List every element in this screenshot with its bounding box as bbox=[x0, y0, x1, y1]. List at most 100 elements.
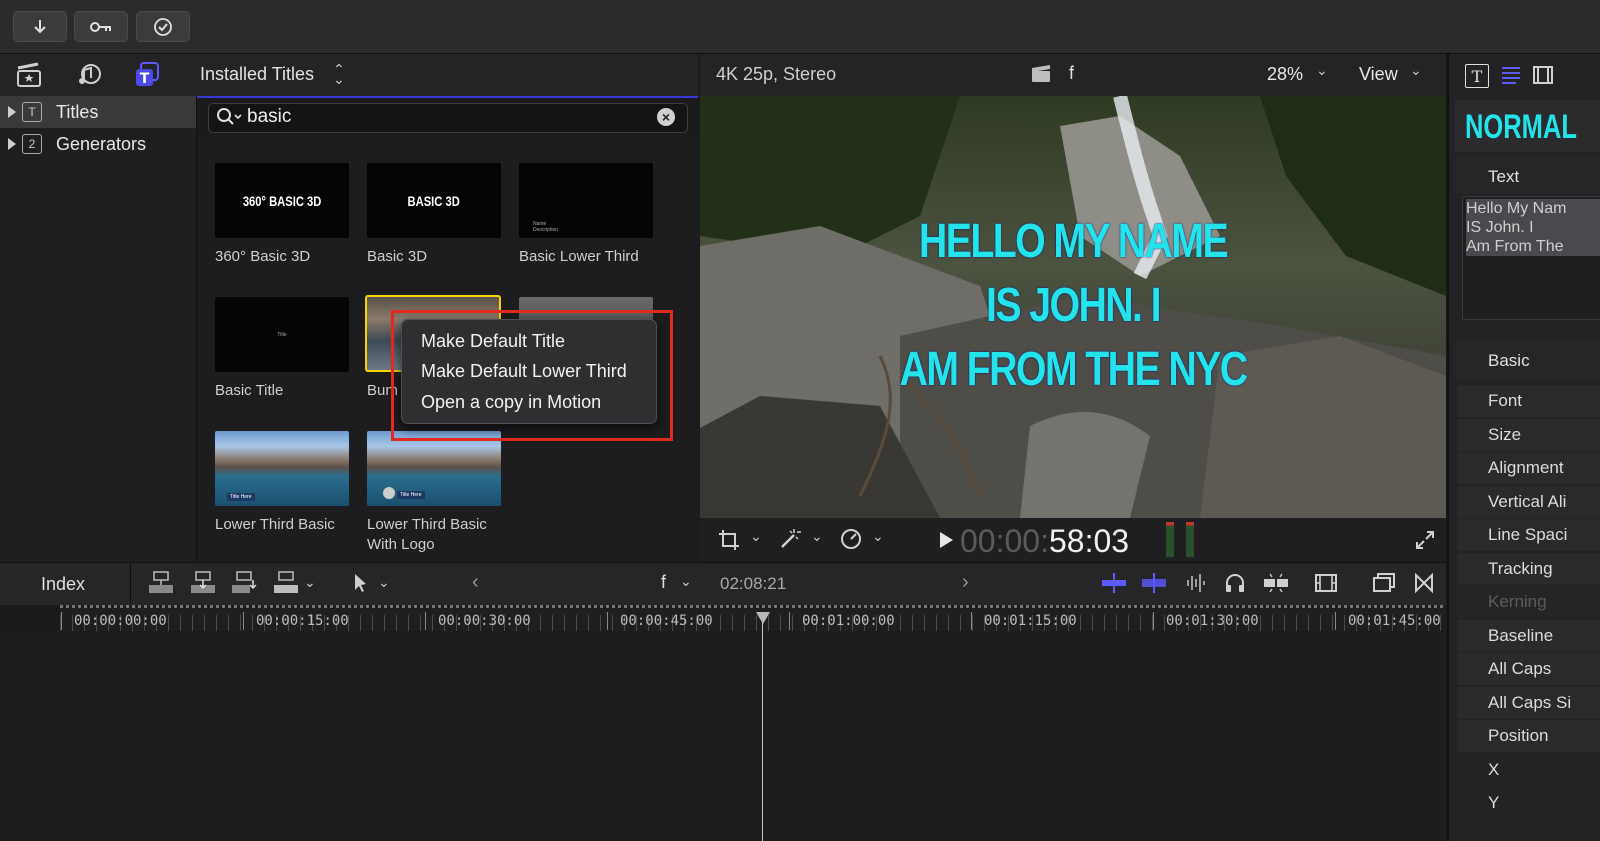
waveform-icon[interactable] bbox=[1182, 572, 1208, 599]
sidebar-item-generators[interactable]: 2 Generators bbox=[0, 128, 196, 160]
disclosure-triangle-icon[interactable] bbox=[8, 106, 16, 118]
updown-chevron-icon[interactable]: ⌃ ⌄ bbox=[333, 62, 345, 86]
headphones-icon[interactable] bbox=[1224, 572, 1246, 599]
chevron-down-icon[interactable]: ⌄ bbox=[304, 574, 316, 591]
music-camera-icon bbox=[79, 64, 101, 84]
inspector-row-label: Size bbox=[1488, 425, 1522, 444]
inspector-row-font[interactable]: Font bbox=[1457, 385, 1600, 417]
video-inspector-icon[interactable] bbox=[1532, 64, 1554, 91]
inspector-row-size[interactable]: Size bbox=[1457, 419, 1600, 451]
append-clip-icon[interactable] bbox=[231, 571, 257, 600]
title-thumbnail-lower-third-basic-logo[interactable]: Title Here bbox=[367, 431, 501, 506]
inspector-row-all-caps[interactable]: All Caps bbox=[1457, 653, 1600, 685]
title-thumbnail-basic-3d[interactable]: BASIC 3D bbox=[367, 163, 501, 238]
chevron-down-icon[interactable]: ⌄ bbox=[1316, 62, 1328, 79]
inspector-row-label: Line Spaci bbox=[1488, 525, 1568, 544]
chevron-down-icon[interactable]: ⌄ bbox=[378, 574, 390, 591]
connect-clip-icon[interactable] bbox=[148, 571, 174, 600]
title-overlay-line[interactable]: HELLO MY NAME bbox=[767, 214, 1379, 269]
basic-section-label[interactable]: Basic bbox=[1488, 351, 1530, 371]
sidebar-item-label: Generators bbox=[56, 133, 147, 154]
transitions-browser-icon[interactable] bbox=[1413, 572, 1435, 599]
overwrite-clip-icon[interactable] bbox=[273, 571, 299, 600]
sidebar-item-titles[interactable]: T Titles bbox=[0, 96, 196, 128]
title-overlay-line[interactable]: IS JOHN. I bbox=[767, 278, 1379, 333]
audio-browser-tab[interactable] bbox=[74, 60, 104, 90]
ruler-tick-label: 00:00:45:00 bbox=[620, 613, 713, 629]
text-inspector-icon[interactable] bbox=[1501, 66, 1521, 89]
timeline-tracks[interactable] bbox=[0, 631, 1446, 841]
generators-badge-icon: 2 bbox=[22, 134, 42, 154]
title-inspector-icon[interactable]: T bbox=[1465, 64, 1489, 88]
background-tasks-button[interactable] bbox=[136, 11, 190, 42]
index-button[interactable]: Index bbox=[41, 574, 85, 595]
ruler-major-tick bbox=[425, 612, 426, 630]
select-tool-icon[interactable] bbox=[352, 572, 370, 599]
timecode-seconds-frames: 58:03 bbox=[1048, 523, 1130, 559]
media-browser-tab[interactable] bbox=[14, 60, 44, 90]
speedometer-icon[interactable] bbox=[839, 527, 863, 556]
text-line: IS John. I bbox=[1466, 219, 1534, 236]
timecode-display[interactable]: 00:00:58:03 bbox=[960, 523, 1129, 560]
inspector-row-line-spacing[interactable]: Line Spaci bbox=[1457, 519, 1600, 551]
inspector-row-label: Vertical Ali bbox=[1488, 492, 1567, 511]
clear-search-icon[interactable]: × bbox=[657, 108, 675, 126]
inspector-row-vertical-alignment[interactable]: Vertical Ali bbox=[1457, 486, 1600, 518]
arrow-down-icon bbox=[34, 19, 46, 33]
clapper-icon bbox=[1030, 64, 1052, 89]
chevron-down-icon[interactable]: ⌄ bbox=[872, 528, 884, 545]
title-thumbnail-basic-title[interactable]: Title bbox=[215, 297, 349, 372]
inspector-row-baseline[interactable]: Baseline bbox=[1457, 620, 1600, 652]
chevron-down-icon[interactable]: ⌄ bbox=[680, 573, 692, 590]
import-button[interactable] bbox=[13, 11, 67, 42]
browser-title[interactable]: Installed Titles bbox=[200, 64, 314, 85]
inspector-row-label: Font bbox=[1488, 391, 1523, 410]
ruler-tick-label: 00:01:00:00 bbox=[802, 613, 895, 629]
playhead-line[interactable] bbox=[762, 622, 763, 841]
skimming-icon[interactable] bbox=[1101, 572, 1127, 599]
playhead-handle[interactable] bbox=[756, 612, 770, 624]
transform-icon[interactable] bbox=[717, 528, 741, 557]
inspector-row-all-caps-size[interactable]: All Caps Si bbox=[1457, 687, 1600, 719]
insert-clip-icon[interactable] bbox=[190, 571, 216, 600]
text-editor-content: Hello My Nam IS John. I Am From The bbox=[1466, 199, 1600, 256]
inspector-row-label: Tracking bbox=[1488, 559, 1553, 578]
back-arrow-icon[interactable]: ‹ bbox=[472, 571, 479, 594]
play-icon[interactable] bbox=[940, 532, 953, 548]
inspector-row-label: Baseline bbox=[1488, 626, 1554, 645]
inspector-row-position[interactable]: Position bbox=[1457, 720, 1600, 752]
title-thumbnail-360-basic-3d[interactable]: 360° BASIC 3D bbox=[215, 163, 349, 238]
ruler-tick-label: 00:01:15:00 bbox=[984, 613, 1077, 629]
timeline-clip-label[interactable]: f bbox=[661, 572, 666, 593]
inspector-row-y[interactable]: Y bbox=[1457, 787, 1600, 819]
inspector-row-x[interactable]: X bbox=[1457, 754, 1600, 786]
chevron-down-icon[interactable]: ⌄ bbox=[811, 528, 823, 545]
title-thumbnail-lower-third-basic[interactable]: Title Here bbox=[215, 431, 349, 506]
text-line: Hello My Nam bbox=[1466, 200, 1567, 217]
titles-generators-tab[interactable]: T bbox=[132, 60, 162, 90]
keyword-button[interactable] bbox=[74, 11, 128, 42]
search-icon[interactable] bbox=[215, 106, 243, 133]
browser-toggle-icon[interactable] bbox=[1372, 572, 1396, 599]
audio-skimming-icon[interactable] bbox=[1141, 572, 1167, 599]
chevron-down-icon[interactable]: ⌄ bbox=[750, 528, 762, 545]
fullscreen-icon[interactable] bbox=[1414, 529, 1436, 556]
inspector-row-alignment[interactable]: Alignment bbox=[1457, 452, 1600, 484]
divider bbox=[130, 563, 131, 604]
forward-arrow-icon[interactable]: › bbox=[962, 571, 969, 594]
highlight-annotation bbox=[391, 310, 673, 441]
title-overlay-line[interactable]: AM FROM THE NYC bbox=[767, 342, 1379, 397]
zoom-menu[interactable]: 28% bbox=[1267, 64, 1303, 85]
view-menu[interactable]: View bbox=[1359, 64, 1398, 85]
chevron-down-icon[interactable]: ⌄ bbox=[1410, 62, 1422, 79]
snapping-icon[interactable] bbox=[1262, 572, 1290, 599]
inspector-row-tracking[interactable]: Tracking bbox=[1457, 553, 1600, 585]
disclosure-triangle-icon[interactable] bbox=[8, 138, 16, 150]
viewer-canvas[interactable]: HELLO MY NAME IS JOHN. I AM FROM THE NYC bbox=[700, 96, 1446, 518]
title-thumbnail-basic-lower-third[interactable]: Name Description bbox=[519, 163, 653, 238]
browser-sidebar: T Titles 2 Generators bbox=[0, 96, 197, 562]
search-input[interactable]: basic bbox=[247, 106, 291, 128]
text-editor-field[interactable]: Hello My Nam IS John. I Am From The bbox=[1462, 196, 1600, 320]
magic-wand-icon[interactable] bbox=[778, 527, 802, 556]
clip-appearance-icon[interactable] bbox=[1314, 572, 1338, 599]
